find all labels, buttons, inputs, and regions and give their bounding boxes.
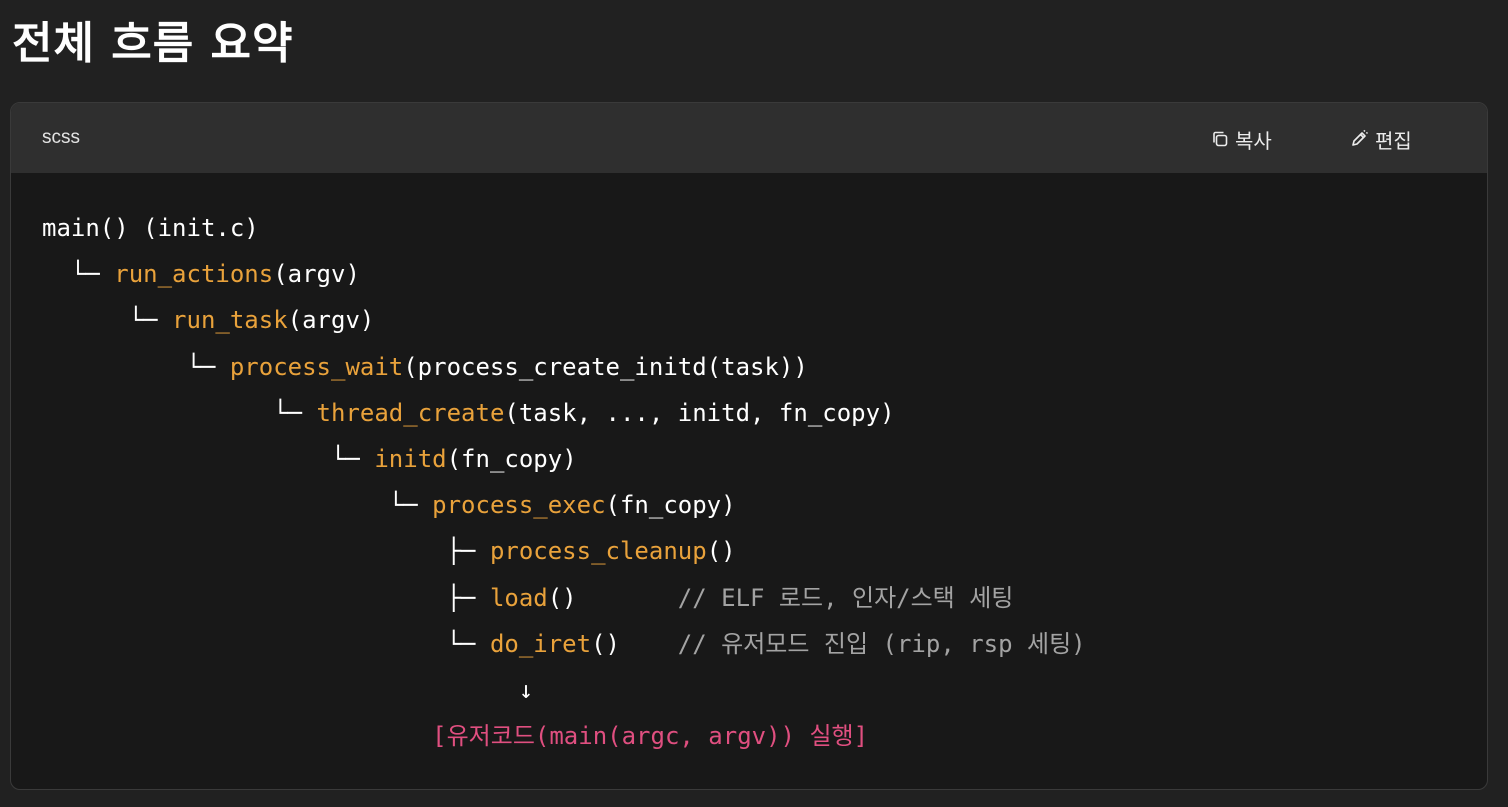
code-line: └─ process_exec(fn_copy)	[42, 482, 1086, 528]
copy-button[interactable]: 복사	[1211, 123, 1272, 155]
code-line-text: ↓	[518, 675, 534, 704]
code-line-indent: └─	[42, 444, 375, 473]
code-block-header: scss 복사 편집	[11, 103, 1487, 173]
code-line-function: process_exec	[432, 491, 606, 520]
code-line-text: (fn_copy)	[605, 491, 736, 520]
code-line-indent: └─	[42, 398, 317, 427]
code-line: ├─ load() // ELF 로드, 인자/스택 세팅	[42, 575, 1086, 621]
code-line: └─ thread_create(task, ..., initd, fn_co…	[42, 390, 1086, 436]
code-line-function: run_task	[172, 306, 288, 335]
code-line-function: run_actions	[114, 260, 274, 289]
code-line: ├─ process_cleanup()	[42, 528, 1086, 574]
code-line-indent: ├─	[42, 583, 490, 612]
code-line: [유저코드(main(argc, argv)) 실행]	[42, 713, 1086, 759]
code-line: ↓	[42, 667, 1086, 713]
code-line-indent: ├─	[42, 537, 490, 566]
copy-button-label: 복사	[1235, 128, 1272, 153]
pencil-icon	[1349, 129, 1369, 149]
code-line-text: (process_create_initd(task))	[403, 352, 808, 381]
code-line-indent: └─	[42, 491, 433, 520]
code-line: main() (init.c)	[42, 205, 1086, 251]
code-line-text: (argv)	[273, 260, 360, 289]
page-heading: 전체 흐름 요약	[12, 18, 294, 69]
code-line-text: ()	[547, 583, 577, 612]
code-language-label: scss	[42, 127, 80, 148]
edit-button-label: 편집	[1375, 128, 1412, 153]
code-line-function: initd	[374, 444, 447, 473]
code-line-comment: // 유저모드 진입 (rip, rsp 세팅)	[620, 629, 1086, 658]
code-line-indent: └─	[42, 306, 173, 335]
code-content: main() (init.c) └─ run_actions(argv) └─ …	[42, 205, 1086, 759]
code-line: └─ process_wait(process_create_initd(tas…	[42, 344, 1086, 390]
code-line-comment: // ELF 로드, 인자/스택 세팅	[576, 583, 1014, 612]
code-line: └─ run_task(argv)	[42, 297, 1086, 343]
code-line-function: process_wait	[229, 352, 404, 381]
code-body: main() (init.c) └─ run_actions(argv) └─ …	[11, 173, 1487, 789]
code-line-function: load	[489, 583, 548, 612]
code-line-indent: └─	[42, 260, 115, 289]
code-line-function: thread_create	[316, 398, 505, 427]
code-line-text: main() (init.c)	[42, 214, 259, 242]
code-line-indent: └─	[42, 352, 230, 381]
copy-icon	[1211, 130, 1229, 148]
code-line-text: (fn_copy)	[446, 444, 577, 473]
code-line-text: (task, ..., initd, fn_copy)	[504, 398, 895, 427]
code-line: └─ run_actions(argv)	[42, 251, 1086, 297]
code-block: scss 복사 편집 main() (init.c) └─ run_action…	[10, 102, 1488, 790]
code-line-text: ()	[591, 629, 620, 658]
code-line-indent	[42, 722, 432, 750]
edit-button[interactable]: 편집	[1349, 123, 1412, 155]
code-line: └─ initd(fn_copy)	[42, 436, 1086, 482]
code-line: └─ do_iret() // 유저모드 진입 (rip, rsp 세팅)	[42, 621, 1086, 667]
code-line-indent: └─	[42, 629, 490, 658]
code-line-highlight: [유저코드(main(argc, argv)) 실행]	[432, 722, 869, 751]
code-line-indent	[42, 676, 519, 704]
code-line-text: ()	[706, 537, 736, 566]
code-line-text: (argv)	[287, 306, 375, 335]
code-line-function: do_iret	[489, 629, 592, 658]
code-line-function: process_cleanup	[489, 537, 707, 566]
